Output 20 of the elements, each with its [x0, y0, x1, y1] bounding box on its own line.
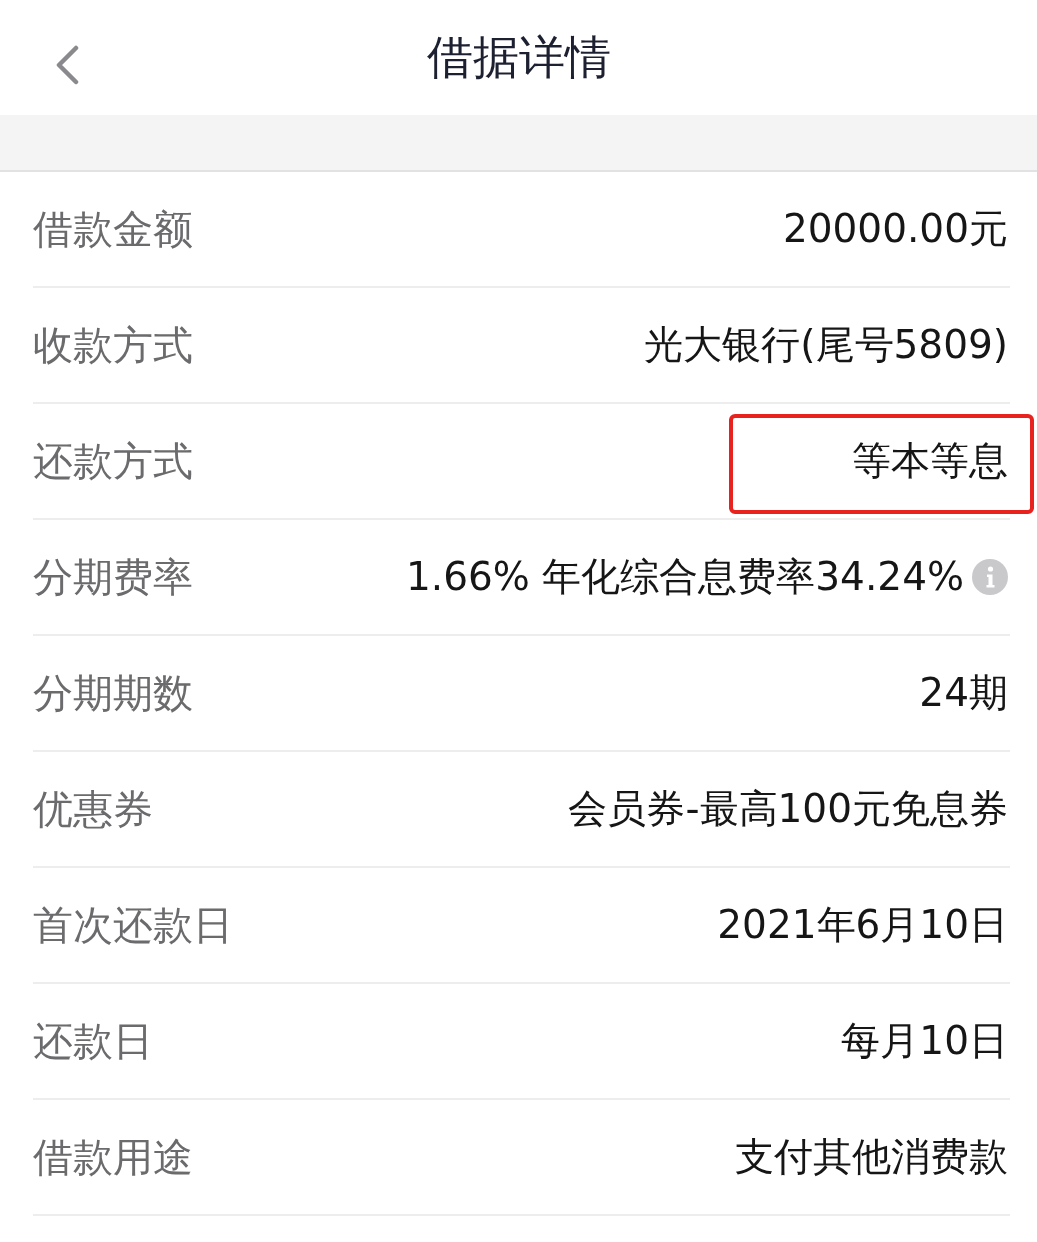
field-label: 分期费率	[33, 552, 193, 602]
field-value: 2021年6月10日	[717, 901, 1008, 949]
field-value: 会员券-最高100元免息券	[568, 785, 1008, 833]
field-value: 每月10日	[841, 1017, 1008, 1065]
field-label: 收款方式	[33, 320, 193, 370]
field-label: 借款金额	[33, 204, 193, 254]
field-label: 还款方式	[33, 436, 193, 486]
field-value: 等本等息	[852, 437, 1008, 485]
field-value: 20000.00元	[782, 205, 1008, 253]
field-value: 1.66% 年化综合息费率34.24%	[406, 553, 964, 601]
field-value: 光大银行(尾号5809)	[644, 321, 1008, 369]
page-title: 借据详情	[426, 29, 611, 86]
field-value: 24期	[919, 669, 1008, 717]
field-label: 借款用途	[33, 1132, 193, 1182]
field-label: 优惠券	[33, 784, 153, 834]
field-label: 分期期数	[33, 668, 193, 718]
field-label: 首次还款日	[33, 900, 233, 950]
field-value: 支付其他消费款	[735, 1133, 1008, 1181]
back-icon[interactable]	[54, 45, 80, 85]
field-label: 还款日	[33, 1016, 153, 1066]
